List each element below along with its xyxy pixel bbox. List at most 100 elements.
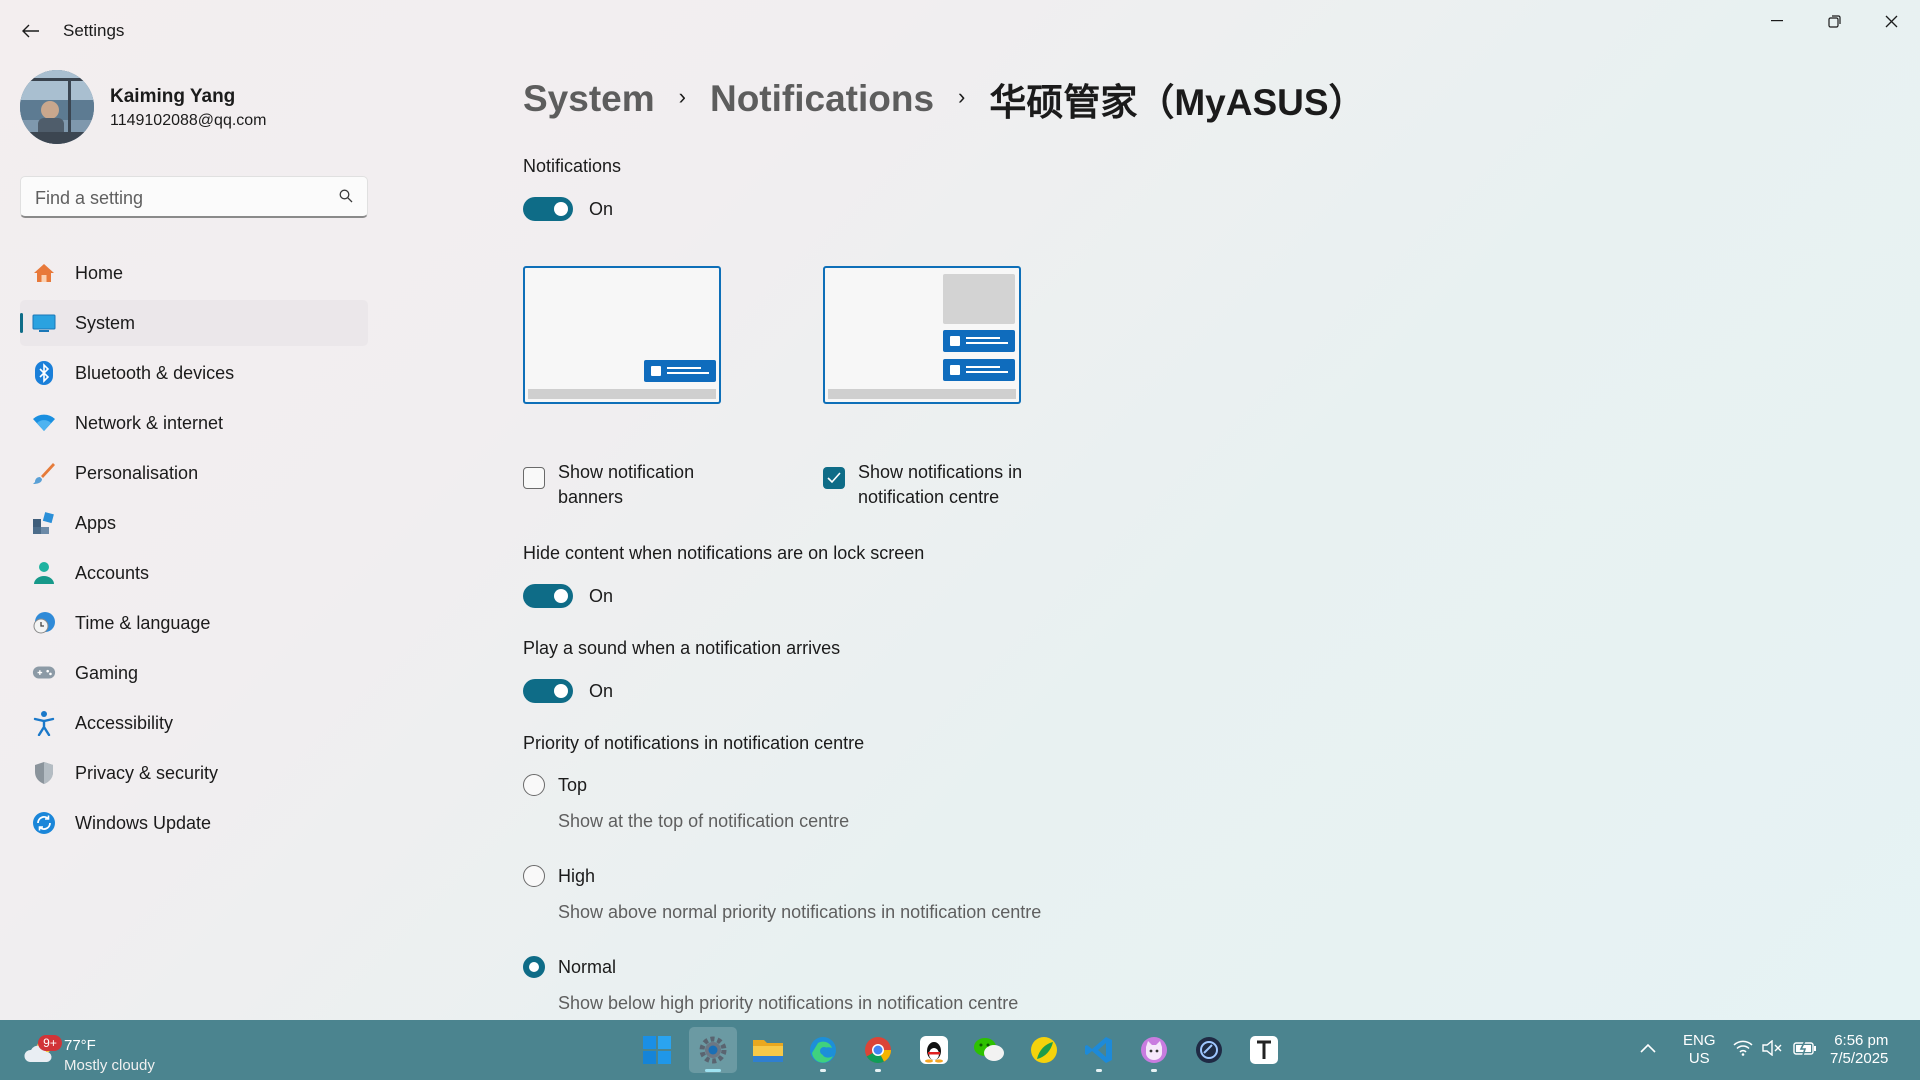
minimize-button[interactable]	[1754, 6, 1800, 36]
sidebar-item-accounts[interactable]: Accounts	[20, 550, 368, 596]
brush-icon	[32, 461, 56, 485]
avatar	[20, 70, 94, 144]
running-indicator	[875, 1069, 881, 1072]
chevron-up-icon	[1640, 1043, 1656, 1053]
search-icon[interactable]	[339, 189, 353, 208]
accessibility-icon	[32, 711, 56, 736]
notifications-toggle-row: On	[523, 196, 613, 222]
centre-checkbox[interactable]	[823, 467, 845, 489]
hide-content-toggle-row: On	[523, 583, 613, 609]
vscode-app[interactable]	[1075, 1027, 1123, 1073]
volume-muted-icon[interactable]	[1762, 1039, 1782, 1061]
radio-normal[interactable]	[523, 956, 545, 978]
lang-line2: US	[1688, 1050, 1710, 1067]
sidebar-item-personalisation[interactable]: Personalisation	[20, 450, 368, 496]
sidebar-item-privacy[interactable]: Privacy & security	[20, 750, 368, 796]
radio-high[interactable]	[523, 865, 545, 887]
sidebar-nav: Home System Bluetooth & devices Network …	[20, 250, 368, 850]
cat-icon	[1141, 1037, 1167, 1063]
sidebar-item-apps[interactable]: Apps	[20, 500, 368, 546]
typora-app[interactable]	[1240, 1027, 1288, 1073]
battery-charging-icon[interactable]	[1793, 1040, 1817, 1061]
sidebar-item-label: Home	[75, 263, 124, 283]
lang-line1: ENG	[1683, 1032, 1716, 1049]
sidebar-item-label: Time & language	[75, 613, 211, 633]
system-icon	[32, 311, 56, 335]
close-button[interactable]	[1868, 6, 1914, 36]
sidebar-item-accessibility[interactable]: Accessibility	[20, 700, 368, 746]
start-button[interactable]	[633, 1027, 681, 1073]
radio-description: Show below high priority notifications i…	[558, 993, 1019, 1013]
running-indicator	[1096, 1069, 1102, 1072]
sound-toggle[interactable]	[523, 679, 573, 703]
dark-app[interactable]	[1185, 1027, 1233, 1073]
windows-logo-icon	[643, 1036, 671, 1064]
settings-app[interactable]	[689, 1027, 737, 1073]
wifi-icon	[32, 411, 56, 435]
app-yellow-green[interactable]	[1020, 1027, 1068, 1073]
sidebar-item-label: Gaming	[75, 663, 139, 683]
breadcrumb-notifications[interactable]: Notifications	[710, 78, 934, 120]
sidebar-item-time-language[interactable]: Time & language	[20, 600, 368, 646]
hide-content-toggle[interactable]	[523, 584, 573, 608]
file-explorer-app[interactable]	[744, 1027, 792, 1073]
radio-top[interactable]	[523, 774, 545, 796]
sidebar-item-label: Bluetooth & devices	[75, 363, 235, 383]
edge-icon	[810, 1037, 836, 1063]
leaf-icon	[1031, 1037, 1057, 1063]
toggle-knob	[554, 589, 568, 603]
centre-label: Show notifications in notification centr…	[858, 462, 1023, 507]
sidebar-item-windows-update[interactable]: Windows Update	[20, 800, 368, 846]
wechat-app[interactable]	[965, 1027, 1013, 1073]
title-bar: Settings	[0, 0, 1920, 62]
hide-content-label: Hide content when notifications are on l…	[523, 543, 925, 563]
app-title: Settings	[63, 21, 125, 40]
wifi-status-icon[interactable]	[1733, 1040, 1753, 1061]
notifications-toggle[interactable]	[523, 197, 573, 221]
close-icon	[1885, 15, 1897, 27]
sidebar-item-system[interactable]: System	[20, 300, 368, 346]
home-icon	[32, 261, 56, 285]
sidebar-item-bluetooth[interactable]: Bluetooth & devices	[20, 350, 368, 396]
search-box[interactable]	[20, 176, 368, 218]
sidebar-item-label: Accessibility	[75, 713, 174, 733]
sidebar-item-label: Privacy & security	[75, 763, 219, 783]
sidebar-item-home[interactable]: Home	[20, 250, 368, 296]
qq-app[interactable]	[910, 1027, 958, 1073]
profile-name: Kaiming Yang	[110, 86, 236, 107]
back-button[interactable]	[18, 18, 44, 44]
bluetooth-icon	[32, 361, 56, 385]
running-indicator	[1151, 1069, 1157, 1072]
page-title: 华硕管家（MyASUS）	[989, 82, 1366, 123]
sidebar-item-gaming[interactable]: Gaming	[20, 650, 368, 696]
language-indicator[interactable]: ENG US	[1683, 1032, 1716, 1068]
breadcrumb-system[interactable]: System	[523, 78, 655, 120]
weather-temp: 77°F	[64, 1037, 96, 1054]
system-clock[interactable]: 6:56 pm 7/5/2025	[1830, 1032, 1888, 1068]
t-icon	[1250, 1036, 1278, 1064]
show-hidden-icons-button[interactable]	[1640, 1040, 1656, 1058]
arrow-left-icon	[22, 24, 39, 38]
preview-notification-card	[943, 359, 1015, 381]
edge-app[interactable]	[799, 1027, 847, 1073]
cat-app[interactable]	[1130, 1027, 1178, 1073]
chrome-app[interactable]	[854, 1027, 902, 1073]
sidebar-item-network[interactable]: Network & internet	[20, 400, 368, 446]
notification-centre-preview	[823, 266, 1021, 404]
breadcrumb: System › Notifications › 华硕管家（MyASUS）	[523, 72, 1366, 126]
priority-label: Priority of notifications in notificatio…	[523, 733, 865, 753]
search-input[interactable]	[33, 185, 327, 211]
toggle-state-label: On	[589, 585, 614, 606]
sound-toggle-row: On	[523, 678, 613, 704]
sidebar-item-label: Accounts	[75, 563, 150, 583]
clock-date: 7/5/2025	[1830, 1050, 1889, 1067]
penguin-icon	[920, 1036, 948, 1064]
preview-notification-card	[644, 360, 716, 382]
chrome-icon	[865, 1037, 891, 1063]
banners-label: Show notification banners	[558, 462, 695, 507]
toggle-state-label: On	[589, 680, 614, 701]
banners-checkbox[interactable]	[523, 467, 545, 489]
shield-icon	[32, 761, 56, 785]
restore-button[interactable]	[1811, 6, 1857, 36]
notifications-label: Notifications	[523, 156, 622, 176]
